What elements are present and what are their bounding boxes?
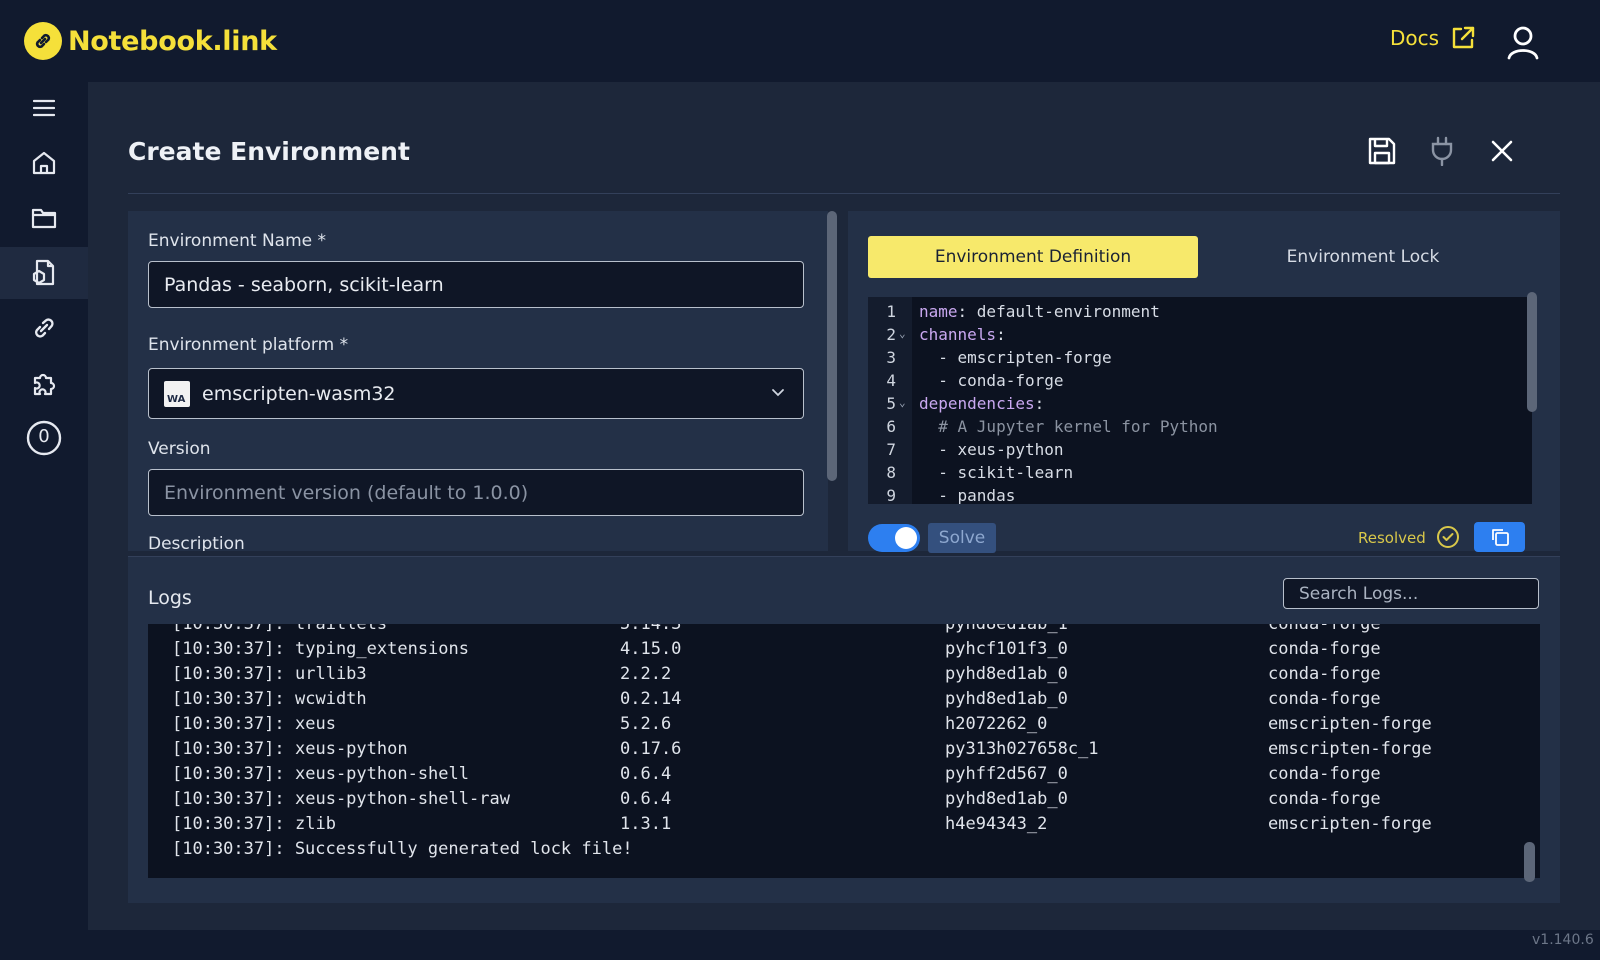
code-line: 6 # A Jupyter kernel for Python [886, 417, 1218, 436]
environment-definition-panel: Environment Definition Environment Lock … [848, 211, 1560, 553]
code-line: 7 - xeus-python [886, 440, 1064, 459]
home-icon [32, 151, 56, 175]
code-line: 1 name: default-environment [886, 302, 1160, 321]
menu-button[interactable] [0, 82, 88, 134]
folder-icon [31, 208, 57, 229]
environment-form: Environment Name * Pandas - seaborn, sci… [128, 211, 828, 551]
chevron-down-icon [772, 389, 784, 397]
top-bar: Notebook.link Docs [0, 0, 1600, 82]
app-logo[interactable]: Notebook.link [24, 22, 277, 60]
log-row: [10:30:37]: zlib 1.3.1 h4e94343_2 emscripten… [172, 814, 1432, 834]
solve-toggle[interactable] [868, 524, 920, 552]
form-scrollbar[interactable] [826, 211, 838, 551]
code-line: 8 - scikit-learn [886, 463, 1074, 482]
log-row: [10:30:37]: wcwidth 0.2.14 pyhd8ed1ab_0 cond… [172, 689, 1381, 709]
code-editor[interactable]: 1 name: default-environment 2 ⌄ channels: 3… [868, 297, 1532, 504]
plug-icon[interactable] [1430, 136, 1454, 166]
resolved-status: Resolved [1358, 529, 1426, 547]
sidebar-item-links[interactable] [0, 302, 88, 354]
environment-name-input[interactable]: Pandas - seaborn, scikit-learn [148, 261, 804, 308]
tab-environment-lock[interactable]: Environment Lock [1198, 236, 1528, 278]
page-title: Create Environment [128, 137, 410, 166]
create-environment-panel: Create Environment Environment Name * Pa… [88, 82, 1600, 930]
app-version: v1.140.6 [1532, 932, 1594, 948]
sidebar-item-extensions[interactable] [0, 357, 88, 409]
wasm-icon: WA [164, 380, 190, 407]
logs-panel: Logs Search Logs... [10:30:37]: traitlets… [128, 557, 1560, 903]
version-input[interactable]: Environment version (default to 1.0.0) [148, 469, 804, 516]
environment-name-label: Environment Name * [148, 231, 327, 251]
docs-link[interactable]: Docs [1390, 24, 1477, 52]
code-line: 9 - pandas [886, 486, 1016, 504]
toggle-knob [895, 527, 917, 549]
search-logs-input[interactable]: Search Logs... [1283, 578, 1539, 609]
environment-name-value: Pandas - seaborn, scikit-learn [164, 273, 444, 296]
log-row: [10:30:37]: urllib3 2.2.2 pyhd8ed1ab_0 conda… [172, 664, 1381, 684]
log-row: [10:30:37]: xeus-python-shell-raw 0.6.4 pyh… [172, 789, 1381, 809]
log-final-message: [10:30:37]: Successfully generated lock … [172, 839, 633, 859]
check-circle-icon [1437, 526, 1459, 548]
save-icon[interactable] [1367, 136, 1397, 166]
environment-icon [32, 259, 55, 286]
environment-platform-select[interactable]: WA emscripten-wasm32 [148, 368, 804, 419]
description-label: Description [148, 534, 245, 551]
hamburger-icon [33, 99, 55, 117]
link-icon [24, 22, 62, 60]
counter-badge-value: 0 [38, 426, 50, 447]
fold-chevron-icon: ⌄ [899, 396, 906, 409]
logs-title: Logs [148, 587, 192, 609]
sidebar-item-counter[interactable]: 0 [0, 412, 88, 464]
tab-environment-definition[interactable]: Environment Definition [868, 236, 1198, 278]
code-line: 4 - conda-forge [886, 371, 1064, 390]
link-chain-icon [35, 318, 54, 338]
close-icon[interactable] [1490, 139, 1514, 163]
fold-chevron-icon: ⌄ [899, 327, 906, 340]
code-line: 5 ⌄ dependencies: [886, 394, 1045, 413]
logs-scrollbar[interactable] [1524, 842, 1535, 882]
log-row: [10:30:37]: xeus-python-shell 0.6.4 pyhff2d… [172, 764, 1381, 784]
log-row: [10:30:37]: traitlets 5.14.3 pyhd8ed1ab_1 co… [172, 624, 1381, 634]
log-row: [10:30:37]: xeus-python 0.17.6 py313h027658… [172, 739, 1432, 759]
environment-platform-value: emscripten-wasm32 [202, 382, 396, 405]
copy-icon [1491, 529, 1509, 546]
sidebar-item-files[interactable] [0, 192, 88, 244]
app-name: Notebook.link [68, 25, 277, 57]
environment-platform-label: Environment platform * [148, 335, 349, 355]
solve-button[interactable]: Solve [928, 523, 996, 553]
search-logs-placeholder: Search Logs... [1299, 583, 1419, 604]
log-output[interactable]: [10:30:37]: traitlets 5.14.3 pyhd8ed1ab_1 co… [148, 624, 1540, 878]
puzzle-icon [33, 373, 56, 396]
sidebar-item-home[interactable] [0, 137, 88, 189]
sidebar-item-environments[interactable] [0, 247, 88, 299]
user-icon[interactable] [1505, 24, 1541, 60]
docs-label: Docs [1390, 26, 1440, 50]
log-row: [10:30:37]: xeus 5.2.6 h2072262_0 emscripten… [172, 714, 1432, 734]
code-line: 3 - emscripten-forge [886, 348, 1112, 367]
external-link-icon [1452, 26, 1475, 49]
header-divider [128, 193, 1560, 194]
version-label: Version [148, 439, 211, 459]
code-scrollbar[interactable] [1527, 292, 1537, 412]
version-placeholder: Environment version (default to 1.0.0) [164, 481, 529, 504]
code-line: 2 ⌄ channels: [886, 325, 1006, 344]
form-scrollbar-thumb[interactable] [827, 211, 837, 481]
log-row: [10:30:37]: typing_extensions 4.15.0 pyhcf1… [172, 639, 1381, 659]
copy-button[interactable] [1474, 522, 1525, 552]
sidebar: 0 [0, 82, 88, 960]
